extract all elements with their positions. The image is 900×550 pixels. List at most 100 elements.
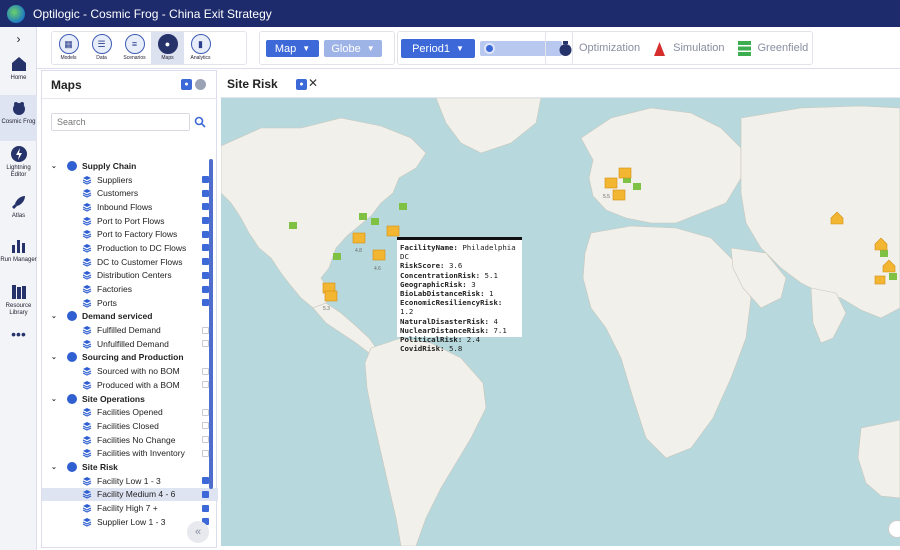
tree-item[interactable]: Production to DC Flows <box>42 241 218 255</box>
layer-checkbox[interactable] <box>202 230 209 238</box>
tree-item[interactable]: Facility Low 1 - 3 <box>42 474 218 488</box>
layer-checkbox[interactable] <box>202 381 209 389</box>
tool-data[interactable]: ☰ Data <box>85 32 118 64</box>
layer-checkbox[interactable] <box>202 285 209 293</box>
tooltip-value: 3.6 <box>448 261 463 271</box>
layers-icon <box>82 490 92 500</box>
layer-checkbox[interactable] <box>202 244 209 252</box>
tree-group[interactable]: ⌄ Supply Chain <box>42 159 218 173</box>
rail-item-cosmic-frog[interactable]: Cosmic Frog <box>0 95 37 141</box>
chevron-down-icon[interactable]: ⌄ <box>51 312 61 320</box>
chevron-down-icon[interactable]: ⌄ <box>51 353 61 361</box>
tree-item[interactable]: Unfulfilled Demand <box>42 337 218 351</box>
tree-item[interactable]: Facilities Opened <box>42 405 218 419</box>
tree-item[interactable]: Fulfilled Demand <box>42 323 218 337</box>
item-label: Facilities with Inventory <box>97 448 185 459</box>
tree-item[interactable]: Port to Port Flows <box>42 214 218 228</box>
layer-checkbox[interactable] <box>202 203 209 211</box>
layer-checkbox[interactable] <box>202 326 209 334</box>
rail-item-resource-library[interactable]: Resource Library <box>0 279 37 327</box>
tree-group[interactable]: ⌄ Site Operations <box>42 392 218 406</box>
chevron-down-icon[interactable]: ⌄ <box>51 395 61 403</box>
period-dropdown[interactable]: Period1 ▼ <box>401 39 475 58</box>
tree-item[interactable]: Facility Medium 4 - 6 <box>42 487 218 502</box>
layer-checkbox[interactable] <box>202 340 209 348</box>
tooltip-key: FacilityName: <box>400 243 458 252</box>
layer-checkbox[interactable] <box>202 436 209 444</box>
slider-knob[interactable] <box>484 43 495 54</box>
tool-scenarios[interactable]: ≡ Scenarios <box>118 32 151 64</box>
tree-group[interactable]: ⌄ Sourcing and Production <box>42 351 218 365</box>
item-label: Sourced with no BOM <box>97 366 180 377</box>
period-label: Period1 <box>412 42 450 55</box>
mode-simulation[interactable]: Simulation <box>652 40 725 57</box>
tree-item[interactable]: Suppliers <box>42 173 218 187</box>
layer-checkbox[interactable] <box>202 271 209 279</box>
tree-item[interactable]: Ports <box>42 296 218 310</box>
search-icon[interactable] <box>194 116 206 128</box>
tab-site-risk[interactable]: Site Risk <box>227 77 278 91</box>
optimization-icon <box>559 40 572 56</box>
layer-checkbox[interactable] <box>202 176 209 184</box>
rail-item-lightning-editor[interactable]: Lightning Editor <box>0 141 37 189</box>
rail-expand-button[interactable]: › <box>0 27 37 51</box>
add-map-icon[interactable]: ● <box>181 79 192 90</box>
item-label: Port to Port Flows <box>97 215 165 226</box>
item-label: Distribution Centers <box>97 270 172 281</box>
collapse-panel-button[interactable]: « <box>187 521 209 543</box>
tool-maps[interactable]: ● Maps <box>151 32 184 64</box>
rail-item-atlas[interactable]: Atlas <box>0 189 37 233</box>
layer-checkbox[interactable] <box>202 477 209 485</box>
tree-item[interactable]: Port to Factory Flows <box>42 227 218 241</box>
map-dropdown[interactable]: Map ▼ <box>266 40 319 57</box>
map-corner-control[interactable] <box>888 520 900 538</box>
more-icon[interactable]: ••• <box>0 327 37 347</box>
layer-checkbox[interactable] <box>202 422 209 430</box>
tree-item[interactable]: Facilities Closed <box>42 419 218 433</box>
tree-item[interactable]: Sourced with no BOM <box>42 364 218 378</box>
tree-item[interactable]: Distribution Centers <box>42 269 218 283</box>
mode-optimization[interactable]: Optimization <box>558 40 640 57</box>
tree-item[interactable]: Inbound Flows <box>42 200 218 214</box>
tooltip-row: NuclearDistanceRisk: 7.1 <box>400 326 519 335</box>
tree-item[interactable]: Customers <box>42 186 218 200</box>
tree-group[interactable]: ⌄ Demand serviced <box>42 310 218 324</box>
layer-checkbox[interactable] <box>202 258 209 266</box>
tree-item[interactable]: Factories <box>42 282 218 296</box>
mode-greenfield[interactable]: Greenfield <box>737 40 808 57</box>
tree-item[interactable]: Facility High 7 + <box>42 501 218 515</box>
tooltip-row: NaturalDisasterRisk: 4 <box>400 317 519 326</box>
layer-checkbox[interactable] <box>202 299 209 307</box>
layer-checkbox[interactable] <box>202 504 209 512</box>
rail-item-home[interactable]: Home <box>0 51 37 95</box>
layer-checkbox[interactable] <box>202 490 209 498</box>
layer-tree: ⌄ Supply Chain Suppliers Customers Inbound F… <box>42 159 218 529</box>
tree-item[interactable]: Produced with a BOM <box>42 378 218 392</box>
search-input[interactable] <box>52 114 189 130</box>
close-icon[interactable]: ✕ <box>308 76 318 90</box>
globe-icon[interactable] <box>195 79 206 90</box>
tree-group[interactable]: ⌄ Site Risk <box>42 460 218 474</box>
chevron-down-icon[interactable]: ⌄ <box>51 162 61 170</box>
chevron-right-icon: › <box>16 31 21 46</box>
item-label: DC to Customer Flows <box>97 256 183 267</box>
tool-models[interactable]: ▦ Models <box>52 32 85 64</box>
layers-icon <box>82 230 92 239</box>
layer-checkbox[interactable] <box>202 217 209 225</box>
layer-checkbox[interactable] <box>202 367 209 375</box>
globe-dropdown[interactable]: Globe ▼ <box>324 40 382 57</box>
facility-marker-low <box>399 203 407 210</box>
layer-checkbox[interactable] <box>202 408 209 416</box>
layer-checkbox[interactable] <box>202 189 209 197</box>
tree-item[interactable]: Facilities with Inventory <box>42 446 218 460</box>
chevron-down-icon[interactable]: ⌄ <box>51 463 61 471</box>
world-map[interactable]: 5.5 4.8 4.6 5.3 <box>221 98 900 546</box>
tool-analytics[interactable]: ▮ Analytics <box>184 32 217 64</box>
layer-checkbox[interactable] <box>202 449 209 457</box>
map-view[interactable]: 5.5 4.8 4.6 5.3 <box>221 98 900 546</box>
tree-item[interactable]: Facilities No Change <box>42 433 218 447</box>
panel-scrollbar[interactable] <box>209 159 213 489</box>
layers-icon <box>82 517 92 527</box>
tree-item[interactable]: DC to Customer Flows <box>42 255 218 269</box>
rail-item-run-manager[interactable]: Run Manager <box>0 233 37 279</box>
